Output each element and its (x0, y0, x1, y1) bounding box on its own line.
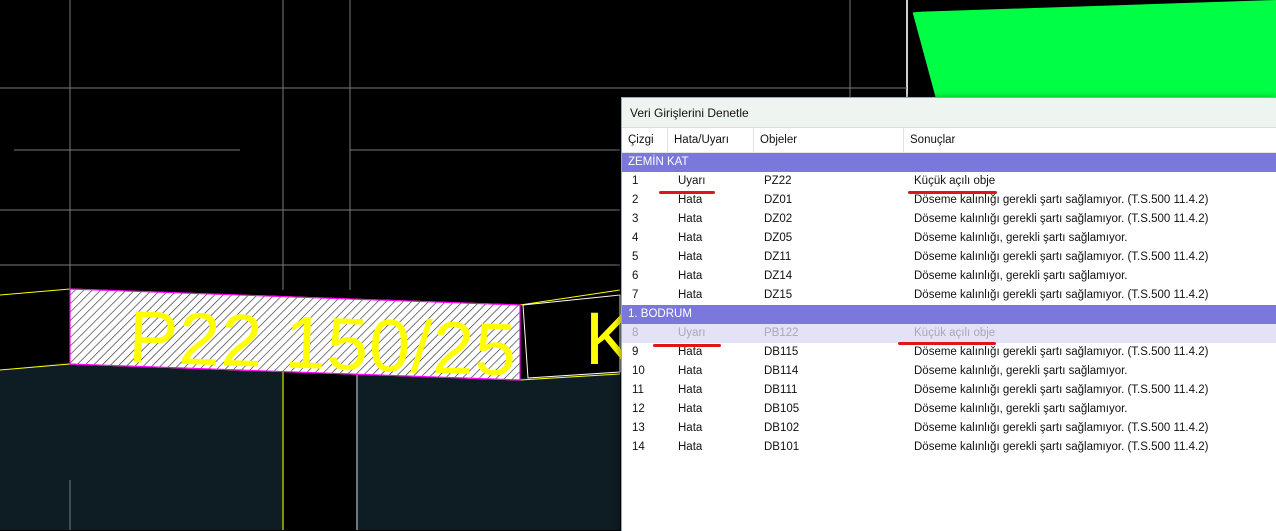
row-result: Döseme kalınlığı gerekli şartı sağlamıyo… (914, 422, 1209, 434)
beam-label-text-partial: K (585, 302, 621, 376)
row-object: DB102 (764, 422, 800, 434)
row-result: Döseme kalınlığı gerekli şartı sağlamıyo… (914, 289, 1209, 301)
row-type: Hata (678, 213, 703, 225)
row-object: DZ11 (764, 251, 792, 263)
table-row[interactable]: 3 Hata DZ02 Döseme kalınlığı gerekli şartı … (622, 210, 1276, 229)
row-result: Döseme kalınlığı gerekli şartı sağlamıyo… (914, 346, 1209, 358)
table-row[interactable]: 7 Hata DZ15 Döseme kalınlığı gerekli şartı … (622, 286, 1276, 305)
row-object: DZ05 (764, 232, 793, 244)
row-type: Hata (678, 384, 703, 396)
column-header-line[interactable]: Çizgi (622, 128, 668, 152)
row-object: DB101 (764, 441, 800, 453)
annotation-underline-result-8 (898, 342, 996, 345)
row-line-number: 14 (632, 441, 645, 453)
row-result: Döseme kalınlığı, gerekli şartı sağlamıy… (914, 403, 1128, 415)
table-row[interactable]: 6 Hata DZ14 Döseme kalınlığı, gerekli şartı… (622, 267, 1276, 286)
row-object: DB105 (764, 403, 800, 415)
row-line-number: 10 (632, 365, 645, 377)
table-row[interactable]: 8 Uyarı PB122 Küçük açılı obje (622, 324, 1276, 343)
row-result: Döseme kalınlığı gerekli şartı sağlamıyo… (914, 213, 1209, 225)
row-object: DB111 (764, 384, 798, 396)
table-row[interactable]: 12 Hata DB105 Döseme kalınlığı, gerekli şar… (622, 400, 1276, 419)
row-type: Hata (678, 365, 703, 377)
row-result: Döseme kalınlığı, gerekli şartı sağlamıy… (914, 232, 1128, 244)
row-type: Hata (678, 251, 703, 263)
row-result: Döseme kalınlığı gerekli şartı sağlamıyo… (914, 441, 1209, 453)
row-object: PB122 (764, 327, 799, 339)
table-row[interactable]: 14 Hata DB101 Döseme kalınlığı gerekli şart… (622, 438, 1276, 457)
annotation-underline-type-8 (653, 344, 721, 347)
dialog-title: Veri Girişlerini Denetle (630, 105, 749, 120)
row-result: Döseme kalınlığı, gerekli şartı sağlamıy… (914, 270, 1128, 282)
beam-label-text: P22 150/25 (127, 295, 519, 392)
row-result: Döseme kalınlığı gerekli şartı sağlamıyo… (914, 384, 1209, 396)
row-object: DZ14 (764, 270, 793, 282)
row-object: DZ01 (764, 194, 793, 206)
group-header-bodrum[interactable]: 1. BODRUM (622, 305, 1276, 324)
table-row[interactable]: 11 Hata DB111 Döseme kalınlığı gerekli şart… (622, 381, 1276, 400)
row-line-number: 5 (632, 251, 639, 263)
column-header-objects[interactable]: Objeler (754, 128, 904, 152)
row-type: Hata (678, 422, 703, 434)
row-line-number: 6 (632, 270, 639, 282)
results-table: Çizgi Hata/Uyarı Objeler Sonuçlar ZEMİN … (622, 128, 1276, 457)
row-type: Hata (678, 270, 703, 282)
group-header-zemin-kat[interactable]: ZEMİN KAT (622, 153, 1276, 172)
row-object: DZ15 (764, 289, 793, 301)
row-line-number: 8 (632, 327, 639, 339)
table-row[interactable]: 1 Uyarı PZ22 Küçük açılı obje (622, 172, 1276, 191)
row-object: DZ02 (764, 213, 793, 225)
annotation-underline-result-1 (908, 191, 997, 194)
annotation-underline-type-1 (659, 191, 715, 194)
row-object: DB115 (764, 346, 799, 358)
row-result: Küçük açılı obje (914, 175, 996, 187)
row-type: Hata (678, 232, 703, 244)
dialog-titlebar[interactable]: Veri Girişlerini Denetle (622, 98, 1276, 128)
row-object: DB114 (764, 365, 799, 377)
check-data-dialog: Veri Girişlerini Denetle Çizgi Hata/Uyar… (621, 97, 1276, 531)
table-row[interactable]: 5 Hata DZ11 Döseme kalınlığı gerekli şartı … (622, 248, 1276, 267)
table-header: Çizgi Hata/Uyarı Objeler Sonuçlar (622, 128, 1276, 153)
row-type: Uyarı (678, 327, 706, 339)
table-row[interactable]: 10 Hata DB114 Döseme kalınlığı, gerekli şar… (622, 362, 1276, 381)
row-line-number: 3 (632, 213, 639, 225)
row-line-number: 13 (632, 422, 645, 434)
row-type: Hata (678, 441, 703, 453)
column-header-type[interactable]: Hata/Uyarı (668, 128, 754, 152)
row-type: Uyarı (678, 175, 706, 187)
row-result: Döseme kalınlığı gerekli şartı sağlamıyo… (914, 251, 1209, 263)
table-row[interactable]: 13 Hata DB102 Döseme kalınlığı gerekli şart… (622, 419, 1276, 438)
row-object: PZ22 (764, 175, 792, 187)
row-line-number: 1 (632, 175, 639, 187)
row-line-number: 7 (632, 289, 639, 301)
row-line-number: 11 (632, 384, 644, 396)
row-line-number: 4 (632, 232, 639, 244)
row-line-number: 12 (632, 403, 645, 415)
column-header-results[interactable]: Sonuçlar (904, 128, 1276, 152)
row-type: Hata (678, 289, 703, 301)
row-result: Küçük açılı obje (914, 327, 996, 339)
table-row[interactable]: 4 Hata DZ05 Döseme kalınlığı, gerekli şartı… (622, 229, 1276, 248)
row-result: Döseme kalınlığı, gerekli şartı sağlamıy… (914, 365, 1128, 377)
row-type: Hata (678, 403, 703, 415)
